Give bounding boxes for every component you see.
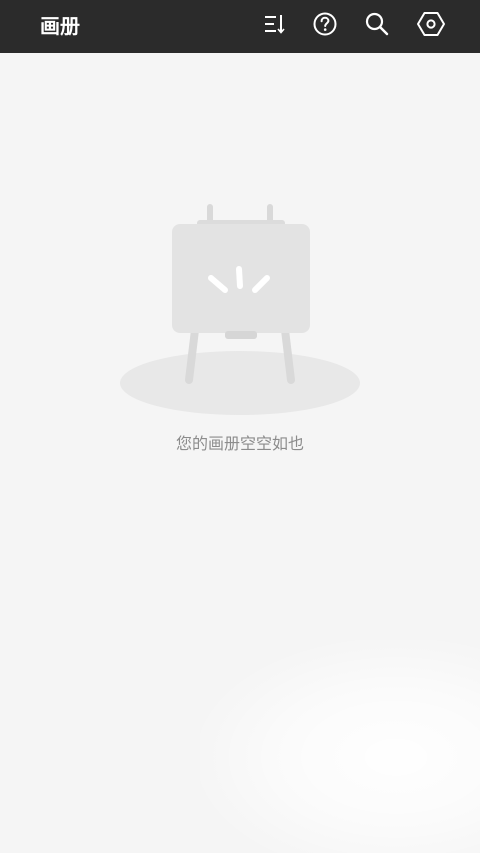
help-button[interactable] <box>309 10 341 42</box>
empty-state-message: 您的画册空空如也 <box>175 434 304 453</box>
easel-icon <box>115 204 365 422</box>
settings-button[interactable] <box>415 10 447 42</box>
sort-button[interactable] <box>258 10 290 42</box>
search-button[interactable] <box>361 10 393 42</box>
page-title: 画册 <box>40 14 80 38</box>
empty-state-illustration <box>115 198 365 418</box>
sort-icon <box>261 11 287 41</box>
app-header: 画册 <box>0 0 480 53</box>
help-icon <box>311 10 339 42</box>
search-icon <box>363 10 391 42</box>
settings-icon <box>416 10 446 42</box>
